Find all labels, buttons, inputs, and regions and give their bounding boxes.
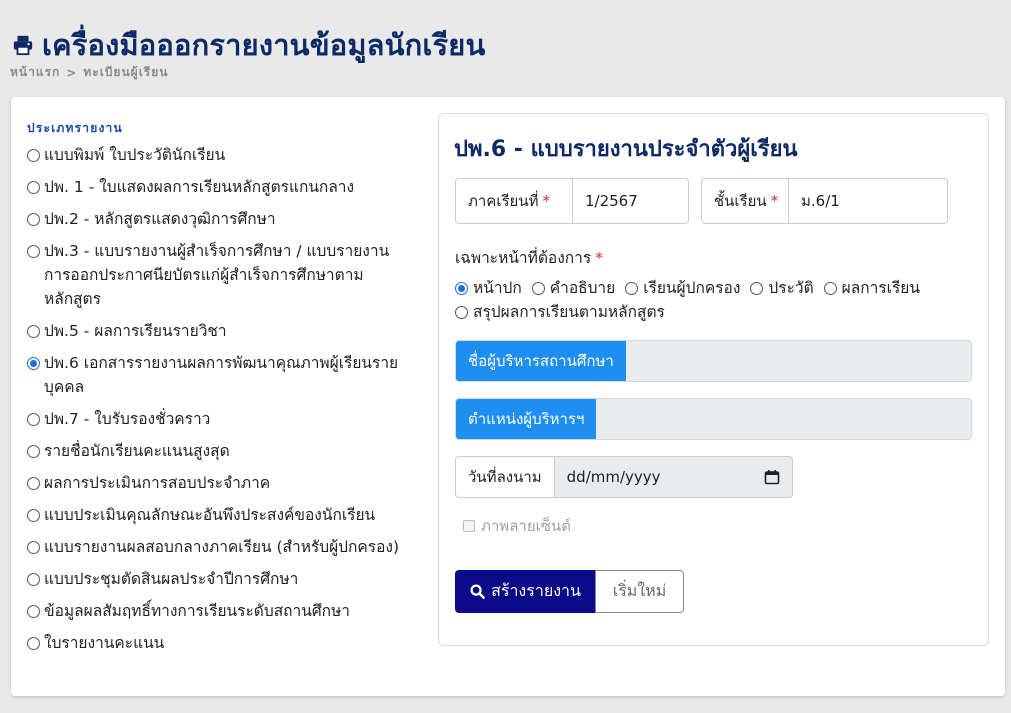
report-option-label: ปพ.3 - แบบรายงานผู้สำเร็จการศึกษา / แบบร… [44, 242, 390, 308]
pages-label: เฉพาะหน้าที่ต้องการ * [455, 249, 603, 267]
page-header: เครื่องมือออกรายงานข้อมูลนักเรียน [12, 22, 486, 68]
class-input-group: ชั้นเรียน * ม.6/1 [701, 178, 948, 224]
report-option-label: แบบประชุมตัดสินผลประจำปีการศึกษา [44, 570, 299, 588]
sign-date-input-group: วันที่ลงนาม dd/mm/yyyy [455, 456, 793, 498]
report-option-label: ปพ. 1 - ใบแสดงผลการเรียนหลักสูตรแกนกลาง [44, 178, 355, 196]
report-option[interactable]: ปพ.3 - แบบรายงานผู้สำเร็จการศึกษา / แบบร… [27, 239, 407, 311]
generate-report-button[interactable]: สร้างรายงาน [455, 570, 596, 613]
sign-date-label: วันที่ลงนาม [455, 456, 555, 498]
class-label: ชั้นเรียน * [701, 178, 789, 224]
radio-button-checked[interactable] [455, 281, 468, 295]
report-option-label: แบบประเมินคุณลักษณะอันพึงประสงค์ของนักเร… [44, 506, 376, 524]
breadcrumb-home[interactable]: หน้าแรก [10, 63, 60, 82]
semester-label: ภาคเรียนที่ * [455, 178, 573, 224]
radio-button[interactable] [27, 605, 40, 618]
signature-image-option[interactable]: ภาพลายเซ็นต์ [463, 514, 571, 538]
report-option[interactable]: รายชื่อนักเรียนคะแนนสูงสุด [27, 439, 407, 463]
report-type-list: แบบพิมพ์ ใบประวัตินักเรียน ปพ. 1 - ใบแสด… [27, 143, 407, 663]
radio-button[interactable] [27, 573, 40, 586]
report-option-label: ข้อมูลผลสัมฤทธิ์ทางการเรียนระดับสถานศึกษ… [44, 602, 350, 620]
report-option-selected[interactable]: ปพ.6 เอกสารรายงานผลการพัฒนาคุณภาพผู้เรีย… [27, 351, 407, 399]
director-position-field[interactable]: ตำแหน่งผู้บริหารฯ [455, 398, 972, 440]
report-option-label: ปพ.7 - ใบรับรองชั่วคราว [44, 410, 211, 428]
report-option-label: แบบรายงานผลสอบกลางภาคเรียน (สำหรับผู้ปกค… [44, 538, 400, 556]
radio-button[interactable] [27, 477, 40, 490]
form-title: ปพ.6 - แบบรายงานประจำตัวผู้เรียน [454, 137, 798, 162]
report-type-heading: ประเภทรายงาน [27, 121, 123, 135]
page-option-parents[interactable]: เรียนผู้ปกครอง [625, 276, 740, 300]
director-position-label: ตำแหน่งผู้บริหารฯ [456, 399, 597, 439]
director-name-label: ชื่อผู้บริหารสถานศึกษา [456, 341, 626, 381]
radio-button[interactable] [823, 281, 837, 295]
page-option-description[interactable]: คำอธิบาย [531, 276, 615, 300]
signature-label: ภาพลายเซ็นต์ [481, 517, 571, 535]
printer-icon [13, 35, 33, 56]
report-option-label: ผลการประเมินการสอบประจำภาค [44, 474, 271, 492]
radio-button-checked[interactable] [27, 357, 40, 370]
report-option[interactable]: ปพ.7 - ใบรับรองชั่วคราว [27, 407, 407, 431]
report-option-label: ปพ.6 เอกสารรายงานผลการพัฒนาคุณภาพผู้เรีย… [44, 354, 399, 396]
radio-button[interactable] [27, 509, 40, 522]
radio-button[interactable] [455, 305, 468, 319]
report-option[interactable]: แบบประชุมตัดสินผลประจำปีการศึกษา [27, 567, 407, 591]
page-options: หน้าปก คำอธิบาย เรียนผู้ปกครอง ประวัติ ผ… [455, 276, 975, 324]
report-option[interactable]: ปพ. 1 - ใบแสดงผลการเรียนหลักสูตรแกนกลาง [27, 175, 407, 199]
radio-button[interactable] [750, 281, 764, 295]
signature-checkbox[interactable] [463, 520, 475, 532]
semester-field[interactable]: 1/2567 [573, 178, 689, 224]
report-option-label: ใบรายงานคะแนน [44, 634, 165, 652]
report-option-label: ปพ.5 - ผลการเรียนรายวิชา [44, 322, 227, 340]
report-option[interactable]: แบบรายงานผลสอบกลางภาคเรียน (สำหรับผู้ปกค… [27, 535, 407, 559]
radio-button[interactable] [27, 213, 40, 226]
radio-button[interactable] [27, 245, 40, 258]
radio-button[interactable] [27, 541, 40, 554]
semester-input-group: ภาคเรียนที่ * 1/2567 [455, 178, 689, 224]
class-field[interactable]: ม.6/1 [789, 178, 948, 224]
radio-button[interactable] [27, 413, 40, 426]
radio-button[interactable] [27, 637, 40, 650]
reset-button[interactable]: เริ่มใหม่ [595, 570, 684, 613]
report-option[interactable]: แบบประเมินคุณลักษณะอันพึงประสงค์ของนักเร… [27, 503, 407, 527]
report-option[interactable]: ปพ.5 - ผลการเรียนรายวิชา [27, 319, 407, 343]
page-title: เครื่องมือออกรายงานข้อมูลนักเรียน [42, 28, 486, 62]
report-option-label: แบบพิมพ์ ใบประวัตินักเรียน [44, 146, 226, 164]
breadcrumb-current: ทะเบียนผู้เรียน [83, 65, 169, 79]
report-option-label: รายชื่อนักเรียนคะแนนสูงสุด [44, 442, 230, 460]
sign-date-input[interactable]: dd/mm/yyyy [554, 456, 793, 498]
radio-button[interactable] [27, 149, 40, 162]
calendar-icon[interactable] [764, 469, 780, 485]
report-option[interactable]: ปพ.2 - หลักสูตรแสดงวุฒิการศึกษา [27, 207, 407, 231]
radio-button[interactable] [27, 445, 40, 458]
report-option[interactable]: ผลการประเมินการสอบประจำภาค [27, 471, 407, 495]
radio-button[interactable] [531, 281, 545, 295]
page-option-results[interactable]: ผลการเรียน [823, 276, 920, 300]
report-option-label: ปพ.2 - หลักสูตรแสดงวุฒิการศึกษา [44, 210, 276, 228]
report-option[interactable]: แบบพิมพ์ ใบประวัตินักเรียน [27, 143, 407, 167]
report-option[interactable]: ข้อมูลผลสัมฤทธิ์ทางการเรียนระดับสถานศึกษ… [27, 599, 407, 623]
director-name-field[interactable]: ชื่อผู้บริหารสถานศึกษา [455, 340, 972, 382]
chevron-right-icon: > [66, 65, 78, 80]
radio-button[interactable] [625, 281, 639, 295]
search-icon [470, 584, 485, 599]
page-option-cover[interactable]: หน้าปก [455, 276, 522, 300]
page-option-profile[interactable]: ประวัติ [750, 276, 814, 300]
report-option[interactable]: ใบรายงานคะแนน [27, 631, 407, 655]
page-option-summary[interactable]: สรุปผลการเรียนตามหลักสูตร [455, 300, 665, 324]
breadcrumb: หน้าแรก > ทะเบียนผู้เรียน [10, 63, 168, 82]
radio-button[interactable] [27, 181, 40, 194]
radio-button[interactable] [27, 325, 40, 338]
